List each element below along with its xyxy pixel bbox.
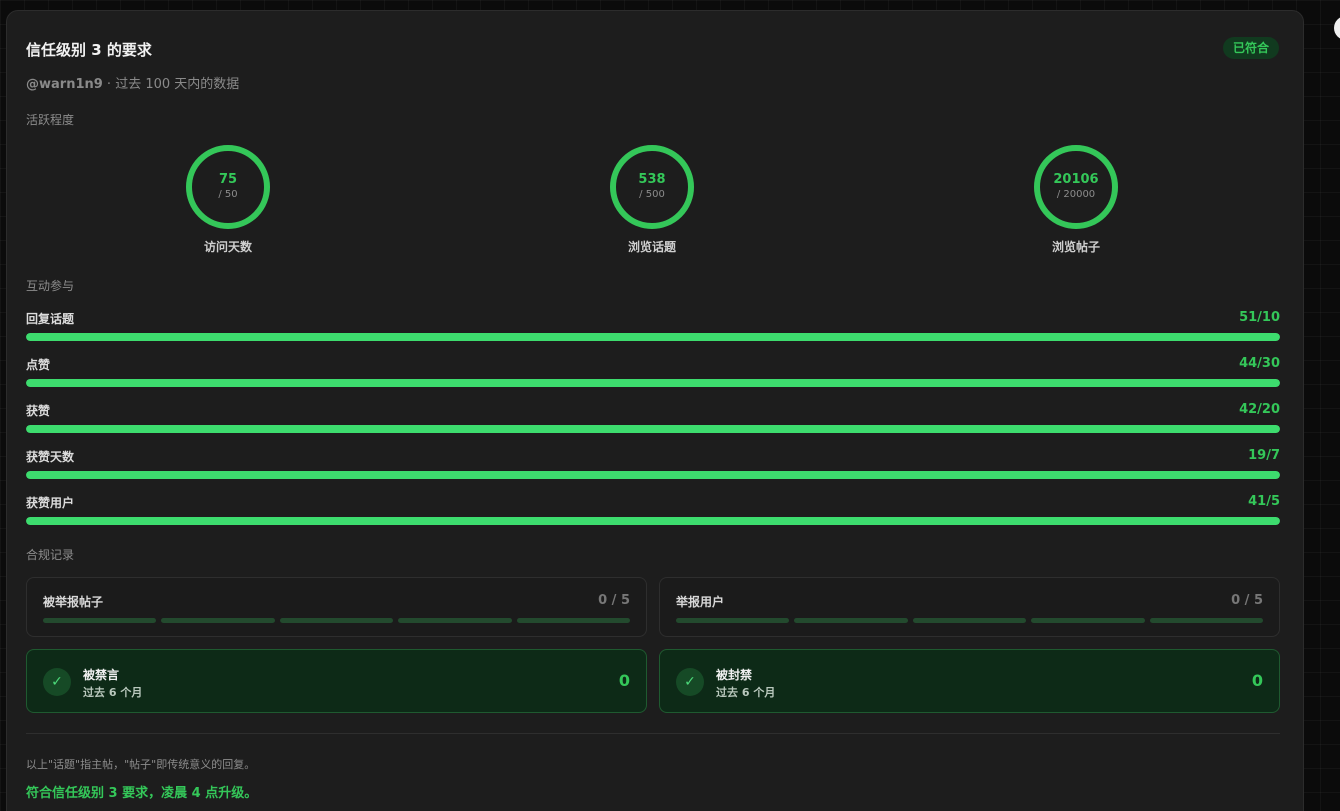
bar-value: 51/10 [1239,310,1280,325]
bar-label: 回复话题 [26,312,75,326]
edge-button[interactable] [1334,16,1340,40]
ring-label: 访问天数 [203,240,252,254]
segment [279,618,394,623]
reported-users-box: 举报用户 0 / 5 [659,577,1280,637]
check-icon: ✓ [676,668,704,696]
silenced-title: 被禁言 [83,668,120,682]
segment [516,618,631,623]
segment [1149,618,1264,623]
segment [161,618,275,623]
bar-label: 获赞用户 [26,496,75,510]
card-title: 信任级别 3 的要求 [26,41,152,59]
segment [43,618,157,623]
subtitle-range: · 过去 100 天内的数据 [102,77,240,92]
box-label: 被举报帖子 [43,595,104,609]
ring-max: / 20000 [1056,189,1096,200]
ring-posts-read: 20106 / 20000 浏览帖子 [1031,144,1121,255]
section-interaction: 互动参与 [26,279,75,293]
ring-visit-days-chart [186,145,270,229]
section-activity: 活跃程度 [26,113,75,127]
segment [1031,618,1145,623]
bar-track [26,333,1280,341]
status-badge: 已符合 [1222,37,1279,59]
bar-value: 42/20 [1239,402,1280,417]
segment [912,618,1027,623]
suspended-title: 被封禁 [716,668,753,682]
bar-label: 获赞天数 [26,450,75,464]
bar-liked-users: 获赞用户 41/5 [26,494,1280,525]
section-compliance: 合规记录 [26,548,75,562]
bar-likes-given: 点赞 44/30 [26,356,1280,387]
ring-label: 浏览话题 [627,240,676,254]
bar-fill [26,471,1280,479]
bar-fill [26,517,1280,525]
bar-track [26,517,1280,525]
bar-fill [26,333,1280,341]
ring-visit-days: 75 / 50 访问天数 [183,144,273,255]
bar-track [26,425,1280,433]
segment-bar [43,618,631,623]
ring-topics-viewed-chart [610,145,694,229]
reported-posts-box: 被举报帖子 0 / 5 [26,577,647,637]
silenced-box: ✓ 被禁言 过去 6 个月 0 [26,649,647,713]
ring-value: 20106 [1053,172,1099,187]
bar-value: 44/30 [1239,356,1280,371]
username[interactable]: @warn1n9 [26,77,103,92]
card-subtitle: @warn1n9 · 过去 100 天内的数据 [26,73,239,92]
bar-fill [26,425,1280,433]
bar-value: 19/7 [1248,448,1280,463]
bar-fill [26,379,1280,387]
suspended-count: 0 [1251,671,1263,690]
upgrade-result: 符合信任级别 3 要求，凌晨 4 点升级。 [26,786,258,801]
bar-liked-days: 获赞天数 19/7 [26,448,1280,479]
bar-label: 获赞 [26,404,51,418]
box-value: 0 / 5 [1231,593,1263,608]
suspended-box: ✓ 被封禁 过去 6 个月 0 [659,649,1280,713]
ring-max: / 500 [639,189,665,200]
divider [26,733,1280,734]
suspended-period: 过去 6 个月 [716,686,776,699]
bar-likes-received: 获赞 42/20 [26,402,1280,433]
segment [676,618,790,623]
segment [794,618,908,623]
ring-topics-viewed: 538 / 500 浏览话题 [607,144,697,255]
check-icon: ✓ [43,668,71,696]
silenced-period: 过去 6 个月 [83,686,143,699]
segment [398,618,512,623]
box-label: 举报用户 [676,595,725,609]
box-value: 0 / 5 [598,593,630,608]
ring-posts-read-chart [1034,145,1118,229]
ring-value: 538 [638,172,666,187]
bar-track [26,471,1280,479]
bar-value: 41/5 [1248,494,1280,509]
bar-label: 点赞 [26,358,51,372]
footer-note: 以上"话题"指主帖，"帖子"即传统意义的回复。 [26,758,256,771]
ring-label: 浏览帖子 [1051,240,1100,254]
ring-value: 75 [218,172,238,187]
ring-max: / 50 [218,189,238,200]
bar-replies: 回复话题 51/10 [26,310,1280,341]
bar-track [26,379,1280,387]
trust-level-card: 信任级别 3 的要求 已符合 @warn1n9 · 过去 100 天内的数据 活… [6,10,1304,811]
segment-bar [676,618,1264,623]
silenced-count: 0 [618,671,630,690]
